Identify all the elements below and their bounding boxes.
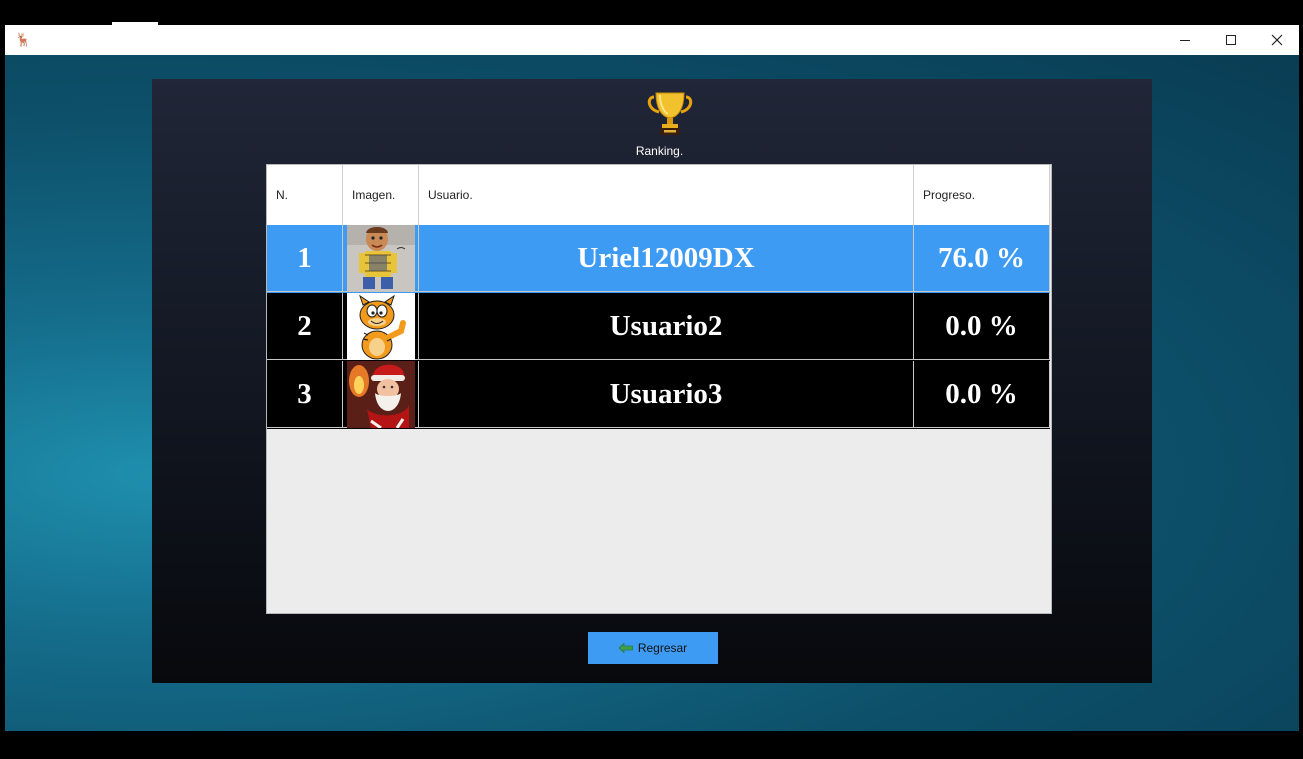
username-cell[interactable]: Usuario3 bbox=[419, 361, 914, 428]
panel-title: Ranking. bbox=[635, 144, 684, 158]
santa-avatar bbox=[346, 360, 415, 428]
app-window: 🦌 Ranking. N. Imagen. Usuario. Progreso.… bbox=[5, 25, 1299, 731]
progress-cell[interactable]: 0.0 % bbox=[914, 361, 1050, 428]
rank-cell[interactable]: 3 bbox=[267, 361, 343, 428]
ranking-panel: Ranking. N. Imagen. Usuario. Progreso. 1 bbox=[152, 79, 1152, 683]
rank-cell[interactable]: 2 bbox=[267, 293, 343, 360]
username-cell[interactable]: Usuario2 bbox=[419, 293, 914, 360]
minimize-button[interactable] bbox=[1162, 25, 1208, 55]
table-header: N. Imagen. Usuario. Progreso. bbox=[267, 165, 1050, 225]
window-content: Ranking. N. Imagen. Usuario. Progreso. 1 bbox=[5, 55, 1299, 731]
table-row[interactable]: 1 Uriel12009DX 76.0 % bbox=[267, 224, 1050, 293]
woody-avatar bbox=[346, 224, 415, 292]
app-figure-icon: 🦌 bbox=[15, 32, 32, 47]
maximize-icon bbox=[1226, 35, 1236, 45]
back-button-label: Regresar bbox=[637, 641, 688, 655]
username-cell[interactable]: Uriel12009DX bbox=[419, 225, 914, 292]
table-row[interactable]: 3 Usuario3 0.0 % bbox=[267, 360, 1050, 429]
title-bar[interactable]: 🦌 bbox=[5, 25, 1299, 55]
screen: 🦌 Ranking. N. Imagen. Usuario. Progreso.… bbox=[0, 0, 1303, 759]
column-header-rank[interactable]: N. bbox=[267, 165, 343, 225]
progress-cell[interactable]: 0.0 % bbox=[914, 293, 1050, 360]
rank-cell[interactable]: 1 bbox=[267, 225, 343, 292]
column-header-user[interactable]: Usuario. bbox=[419, 165, 914, 225]
back-button[interactable]: Regresar bbox=[588, 632, 718, 664]
table-row[interactable]: 2 Usuario2 0.0 % bbox=[267, 292, 1050, 361]
avatar-cell[interactable] bbox=[343, 360, 419, 428]
avatar-cell[interactable] bbox=[343, 224, 419, 292]
ranking-table: N. Imagen. Usuario. Progreso. 1 Uriel120… bbox=[266, 164, 1052, 614]
progress-cell[interactable]: 76.0 % bbox=[914, 225, 1050, 292]
back-arrow-icon bbox=[618, 643, 633, 653]
close-icon bbox=[1271, 34, 1283, 46]
column-header-image[interactable]: Imagen. bbox=[343, 165, 419, 225]
column-header-progress[interactable]: Progreso. bbox=[914, 165, 1050, 225]
close-button[interactable] bbox=[1254, 25, 1300, 55]
trophy-icon bbox=[647, 92, 693, 135]
minimize-icon bbox=[1180, 40, 1190, 41]
avatar-cell[interactable] bbox=[343, 292, 419, 360]
maximize-button[interactable] bbox=[1208, 25, 1254, 55]
garfield-avatar bbox=[346, 292, 415, 360]
